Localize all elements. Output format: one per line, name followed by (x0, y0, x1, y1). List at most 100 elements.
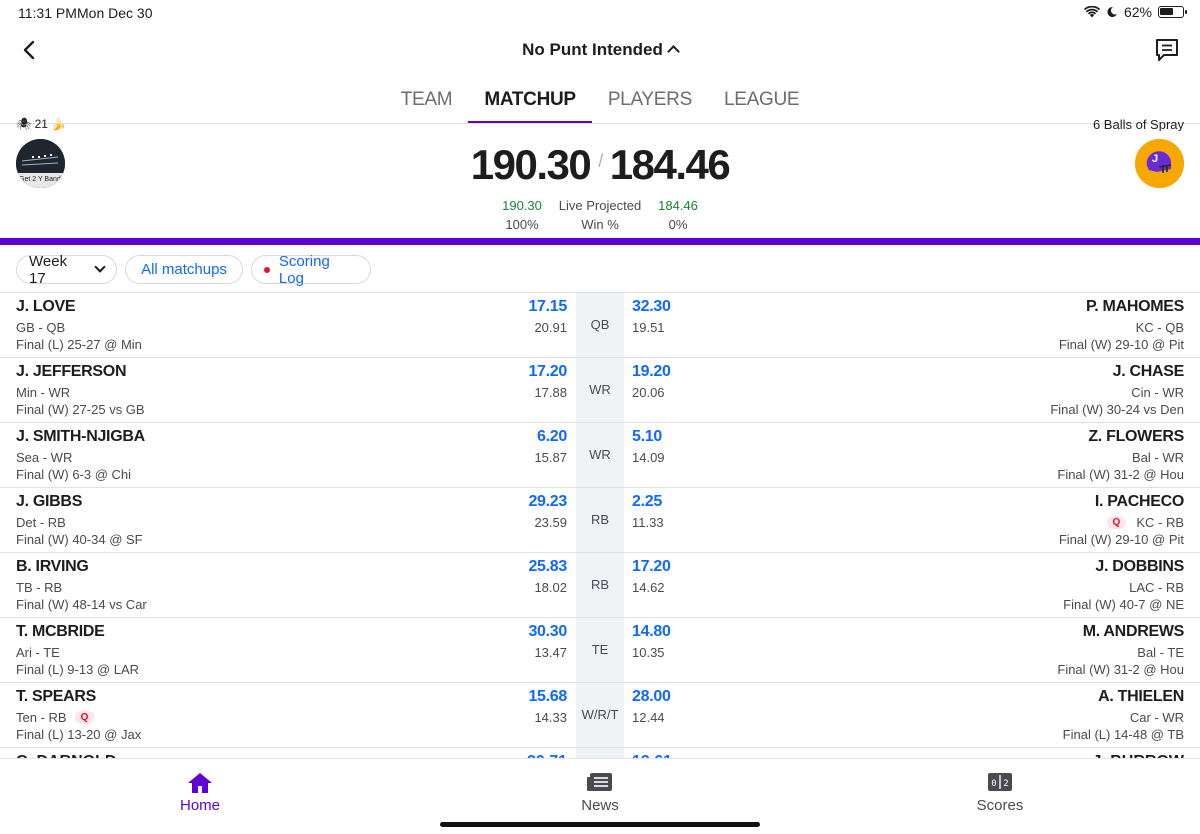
live-projected-label: Live Projected (558, 198, 642, 213)
right-player-name[interactable]: P. MAHOMES (1086, 298, 1184, 316)
scoring-log-button[interactable]: Scoring Log (251, 252, 371, 287)
left-player-game: Final (W) 27-25 vs GB (16, 402, 145, 417)
left-player-team: GB - QB (16, 320, 65, 335)
left-player-team: Det - RB (16, 515, 66, 530)
league-title-text: No Punt Intended (522, 40, 663, 59)
right-player-name[interactable]: Z. FLOWERS (1088, 428, 1184, 446)
right-player-game: Final (W) 40-7 @ NE (1063, 597, 1184, 612)
left-player-projection: 15.87 (534, 450, 567, 465)
league-title[interactable]: No Punt Intended (0, 40, 1200, 60)
right-player-projection: 12.44 (632, 710, 665, 725)
left-projected-score: 190.30 (502, 198, 542, 213)
home-icon (188, 773, 212, 793)
left-player-team: Sea - WR (16, 450, 72, 465)
win-probability-bar (0, 238, 1200, 245)
live-dot-icon (264, 266, 270, 273)
roster-row: T. MCBRIDE Ari - TE Final (L) 9-13 @ LAR… (0, 618, 1200, 683)
right-player-points[interactable]: 19.20 (632, 363, 671, 381)
tab-matchup[interactable]: MATCHUP (468, 86, 593, 123)
left-team-score: 190.30 (470, 141, 592, 188)
left-win-pct: 100% (505, 217, 539, 232)
right-player-points[interactable]: 5.10 (632, 428, 662, 446)
left-player-projection: 13.47 (534, 645, 567, 660)
left-player-points[interactable]: 30.30 (528, 623, 567, 641)
right-player-points[interactable]: 28.00 (632, 688, 671, 706)
left-player-name[interactable]: B. IRVING (16, 558, 89, 576)
left-player-points[interactable]: 25.83 (528, 558, 567, 576)
left-player-points[interactable]: 17.20 (528, 363, 567, 381)
left-player-name[interactable]: J. JEFFERSON (16, 363, 127, 381)
right-player-game: Final (W) 29-10 @ Pit (1058, 532, 1184, 547)
right-player-projection: 19.51 (632, 320, 665, 335)
roster-row: J. GIBBS Det - RB Final (W) 40-34 @ SF 2… (0, 488, 1200, 553)
left-player-points[interactable]: 15.68 (528, 688, 567, 706)
chevron-up-icon (666, 45, 680, 58)
right-projection: 184.46 0% (648, 196, 708, 234)
roster-row: J. SMITH-NJIGBA Sea - WR Final (W) 6-3 @… (0, 423, 1200, 488)
left-player-name[interactable]: J. SMITH-NJIGBA (16, 428, 145, 446)
right-player-name[interactable]: J. CHASE (1113, 363, 1185, 381)
tab-bar: TEAM MATCHUP PLAYERS LEAGUE (0, 86, 1200, 124)
right-player-team-text: KC - RB (1136, 515, 1184, 530)
svg-text:0: 0 (991, 779, 996, 789)
right-team-name[interactable]: 6 Balls of Spray (1093, 117, 1184, 131)
right-team-score: 184.46 (609, 141, 731, 188)
right-player-projection: 11.33 (632, 515, 664, 530)
left-player-game: Final (W) 6-3 @ Chi (16, 467, 132, 482)
tabs-divider (0, 123, 1200, 124)
scoring-log-label: Scoring Log (278, 252, 330, 287)
matchup-scores: 190.30 / 184.46 (0, 141, 1200, 189)
right-player-team-text: Bal - TE (1137, 645, 1184, 660)
left-player-team: Min - WR (16, 385, 70, 400)
position-label: RB (590, 577, 610, 592)
chat-icon[interactable] (1154, 37, 1180, 63)
status-right: 62% (1083, 4, 1187, 20)
tab-players[interactable]: PLAYERS (592, 86, 708, 123)
right-player-points[interactable]: 17.20 (632, 558, 671, 576)
right-player-team-text: KC - QB (1135, 320, 1184, 335)
left-team-name[interactable]: 🕷 21 🍌 (16, 117, 66, 131)
all-matchups-button[interactable]: All matchups (125, 255, 243, 284)
position-label: TE (591, 642, 609, 657)
scores-icon: 0 2 (988, 773, 1012, 791)
left-player-name[interactable]: J. LOVE (16, 298, 76, 316)
position-label: W/R/T (581, 707, 619, 722)
left-player-name[interactable]: T. MCBRIDE (16, 623, 105, 641)
left-player-points[interactable]: 6.20 (537, 428, 567, 446)
partial-next-row: C. DARNOLD 20.71 12.61 J. BURROW (0, 747, 1200, 758)
questionable-badge: Q (74, 711, 95, 724)
right-player-name[interactable]: A. THIELEN (1098, 688, 1184, 706)
tab-team[interactable]: TEAM (385, 86, 469, 123)
right-player-name[interactable]: I. PACHECO (1095, 493, 1184, 511)
nav-news[interactable]: News (540, 771, 660, 814)
right-player-points[interactable]: 32.30 (632, 298, 671, 316)
left-player-projection: 17.88 (534, 385, 567, 400)
right-player-game: Final (W) 29-10 @ Pit (1058, 337, 1184, 352)
tab-league[interactable]: LEAGUE (708, 86, 815, 123)
left-projection: 190.30 100% (492, 196, 552, 234)
status-date: Mon Dec 30 (77, 5, 153, 21)
status-time: 11:31 PM (18, 5, 77, 21)
right-player-points[interactable]: 14.80 (632, 623, 671, 641)
nav-home[interactable]: Home (140, 771, 260, 814)
battery-icon (1158, 6, 1187, 18)
win-pct-label: Win % (581, 217, 619, 232)
left-team-name-text: 21 (34, 117, 48, 131)
spider-emoji-icon: 🕷 (16, 117, 32, 131)
right-player-name[interactable]: M. ANDREWS (1083, 623, 1185, 641)
nav-scores[interactable]: 0 2 Scores (940, 771, 1060, 814)
left-player-name[interactable]: J. GIBBS (16, 493, 82, 511)
left-player-points[interactable]: 29.23 (528, 493, 567, 511)
week-selector[interactable]: Week 17 (16, 252, 117, 287)
right-player-points[interactable]: 2.25 (632, 493, 662, 511)
left-player-game: Final (W) 40-34 @ SF (16, 532, 143, 547)
roster-row: J. LOVE GB - QB Final (L) 25-27 @ Min 17… (0, 293, 1200, 358)
left-player-name[interactable]: T. SPEARS (16, 688, 96, 706)
right-player-team-text: Car - WR (1129, 710, 1184, 725)
roster-row: J. JEFFERSON Min - WR Final (W) 27-25 vs… (0, 358, 1200, 423)
left-player-points[interactable]: 17.15 (528, 298, 567, 316)
right-player-team: Q KC - RB (1106, 515, 1184, 530)
week-label: Week 17 (29, 252, 68, 287)
right-player-name[interactable]: J. DOBBINS (1095, 558, 1184, 576)
right-player-team: Bal - TE (1137, 645, 1184, 660)
